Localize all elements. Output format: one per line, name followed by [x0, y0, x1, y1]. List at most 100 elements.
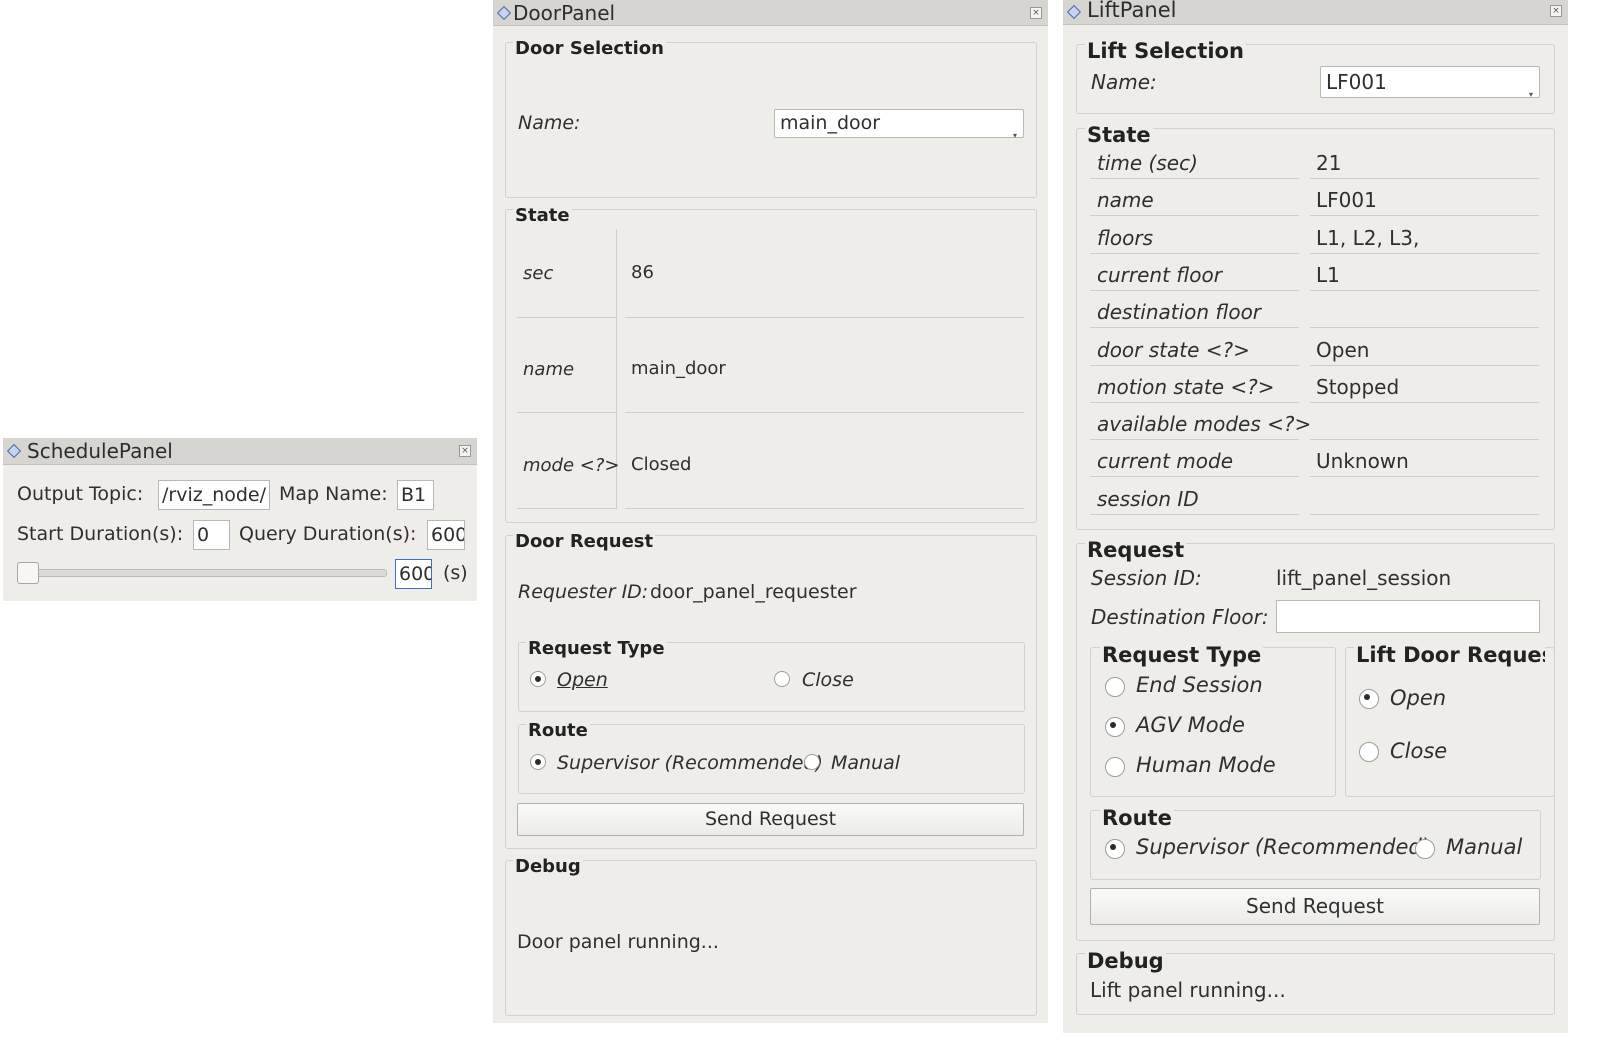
- route-manual-radio[interactable]: [804, 754, 820, 770]
- request-type-close-radio[interactable]: [774, 671, 790, 687]
- lift-door-request-title: Lift Door Request: [1354, 643, 1545, 667]
- lift-state-value-cell: [1310, 486, 1539, 515]
- lift-state-key: floors: [1097, 225, 1154, 250]
- destination-floor-label: Destination Floor:: [1091, 605, 1269, 629]
- agv-mode-radio[interactable]: [1105, 717, 1125, 737]
- lift-route-manual-label[interactable]: Manual: [1446, 835, 1522, 859]
- lift-route-manual-radio[interactable]: [1415, 839, 1435, 859]
- state-value: main_door: [631, 358, 726, 379]
- duration-slider-track[interactable]: [17, 569, 387, 577]
- lift-door-open-radio[interactable]: [1359, 689, 1379, 709]
- lift-door-close-radio[interactable]: [1359, 742, 1379, 762]
- lift-state-key: available modes <?>: [1097, 412, 1312, 437]
- query-duration-label: Query Duration(s):: [239, 523, 417, 545]
- session-id-label: Session ID:: [1091, 566, 1202, 590]
- lift-state-value-cell: [1310, 150, 1539, 179]
- lift-panel: LiftPanel × Lift Selection Name: LF001 ▾…: [1063, 0, 1568, 1033]
- lift-state-key: time (sec): [1097, 151, 1198, 175]
- request-type-open-label[interactable]: Open: [557, 669, 608, 691]
- door-panel-titlebar[interactable]: DoorPanel ×: [493, 0, 1048, 26]
- close-icon[interactable]: ×: [1550, 5, 1562, 17]
- door-panel: DoorPanel × Door Selection Name: main_do…: [493, 0, 1048, 1023]
- lift-route-supervisor-radio[interactable]: [1105, 839, 1125, 859]
- agv-mode-label[interactable]: AGV Mode: [1136, 713, 1245, 737]
- start-duration-input[interactable]: 0: [193, 520, 230, 550]
- end-session-label[interactable]: End Session: [1136, 673, 1263, 697]
- slider-value-input[interactable]: 600: [395, 559, 432, 589]
- lift-state-value-cell: [1310, 299, 1539, 329]
- route-supervisor-radio[interactable]: [530, 754, 546, 770]
- door-name-combo[interactable]: main_door ▾: [774, 109, 1024, 140]
- state-key: mode <?>: [523, 455, 620, 476]
- lift-state-value: Open: [1316, 337, 1370, 362]
- lift-debug-text: Lift panel running...: [1090, 978, 1286, 1002]
- lift-route-supervisor-label[interactable]: Supervisor (Recommended): [1136, 835, 1430, 859]
- lift-door-close-label[interactable]: Close: [1390, 739, 1447, 763]
- human-mode-radio[interactable]: [1105, 757, 1125, 777]
- end-session-radio[interactable]: [1105, 677, 1125, 697]
- session-id-value: lift_panel_session: [1276, 566, 1452, 590]
- door-debug-title: Debug: [513, 856, 583, 877]
- destination-floor-input[interactable]: [1276, 600, 1540, 633]
- lift-name-combo[interactable]: LF001 ▾: [1320, 66, 1540, 99]
- lift-name-label: Name:: [1091, 70, 1157, 94]
- requester-value: door_panel_requester: [650, 581, 857, 603]
- map-name-label: Map Name:: [279, 483, 388, 505]
- lift-door-open-label[interactable]: Open: [1390, 686, 1446, 710]
- start-duration-label: Start Duration(s):: [17, 523, 184, 545]
- lift-state-value: 21: [1316, 151, 1342, 175]
- lift-state-key: session ID: [1097, 486, 1199, 511]
- lift-state-key: motion state <?>: [1097, 374, 1275, 399]
- schedule-panel-titlebar[interactable]: SchedulePanel ×: [3, 438, 477, 465]
- lift-state-key: destination floor: [1097, 300, 1262, 325]
- state-key: sec: [523, 263, 554, 284]
- dock-diamond-icon: [496, 5, 512, 21]
- lift-state-value: L1, L2, L3,: [1316, 225, 1420, 250]
- lift-send-request-button[interactable]: Send Request: [1090, 888, 1540, 925]
- door-selection-title: Door Selection: [513, 38, 666, 59]
- request-type-open-radio[interactable]: [530, 671, 546, 687]
- lift-selection-title: Lift Selection: [1085, 39, 1246, 63]
- lift-state-title: State: [1085, 123, 1153, 147]
- lift-door-request-group: [1345, 647, 1555, 797]
- send-request-button[interactable]: Send Request: [517, 803, 1024, 836]
- chevron-down-icon: ▾: [1012, 130, 1017, 140]
- door-state-title: State: [513, 205, 572, 226]
- unit-label: (s): [443, 562, 468, 584]
- lift-panel-title: LiftPanel: [1087, 0, 1177, 22]
- lift-state-value-cell: [1310, 411, 1539, 441]
- lift-debug-title: Debug: [1085, 949, 1166, 973]
- lift-state-value-cell: [1310, 262, 1539, 291]
- lift-state-value: Unknown: [1316, 449, 1409, 474]
- request-type-close-label[interactable]: Close: [802, 669, 854, 691]
- dock-diamond-icon: [1066, 4, 1082, 20]
- lift-state-key: name: [1097, 188, 1154, 213]
- door-request-title: Door Request: [513, 531, 656, 552]
- lift-state-key: door state <?>: [1097, 337, 1250, 362]
- state-value: 86: [631, 262, 654, 283]
- dock-diamond-icon: [6, 443, 22, 459]
- route-supervisor-label[interactable]: Supervisor (Recommended): [557, 752, 823, 774]
- door-name-label: Name:: [518, 112, 581, 134]
- human-mode-label[interactable]: Human Mode: [1136, 753, 1276, 777]
- lift-state-value: LF001: [1316, 188, 1377, 213]
- close-icon[interactable]: ×: [459, 445, 471, 457]
- close-icon[interactable]: ×: [1030, 7, 1042, 19]
- chevron-down-icon: ▾: [1528, 90, 1533, 99]
- route-manual-label[interactable]: Manual: [831, 752, 900, 774]
- schedule-panel: SchedulePanel × Output Topic: /rviz_node…: [3, 438, 477, 601]
- query-duration-input[interactable]: 600: [427, 520, 465, 550]
- lift-door-request-title-text: Lift Door Request: [1356, 643, 1545, 667]
- lift-name-value: LF001: [1326, 70, 1387, 94]
- lift-panel-titlebar[interactable]: LiftPanel ×: [1063, 0, 1568, 25]
- requester-label: Requester ID:: [518, 581, 649, 603]
- state-value: Closed: [631, 454, 692, 475]
- lift-request-title: Request: [1085, 538, 1187, 562]
- duration-slider-handle[interactable]: [17, 562, 39, 584]
- lift-state-value: L1: [1316, 262, 1340, 287]
- lift-state-key: current mode: [1097, 449, 1234, 474]
- door-request-type-title: Request Type: [526, 638, 667, 659]
- door-name-value: main_door: [780, 112, 881, 134]
- map-name-input[interactable]: B1: [397, 480, 434, 510]
- output-topic-input[interactable]: /rviz_node/: [158, 480, 270, 510]
